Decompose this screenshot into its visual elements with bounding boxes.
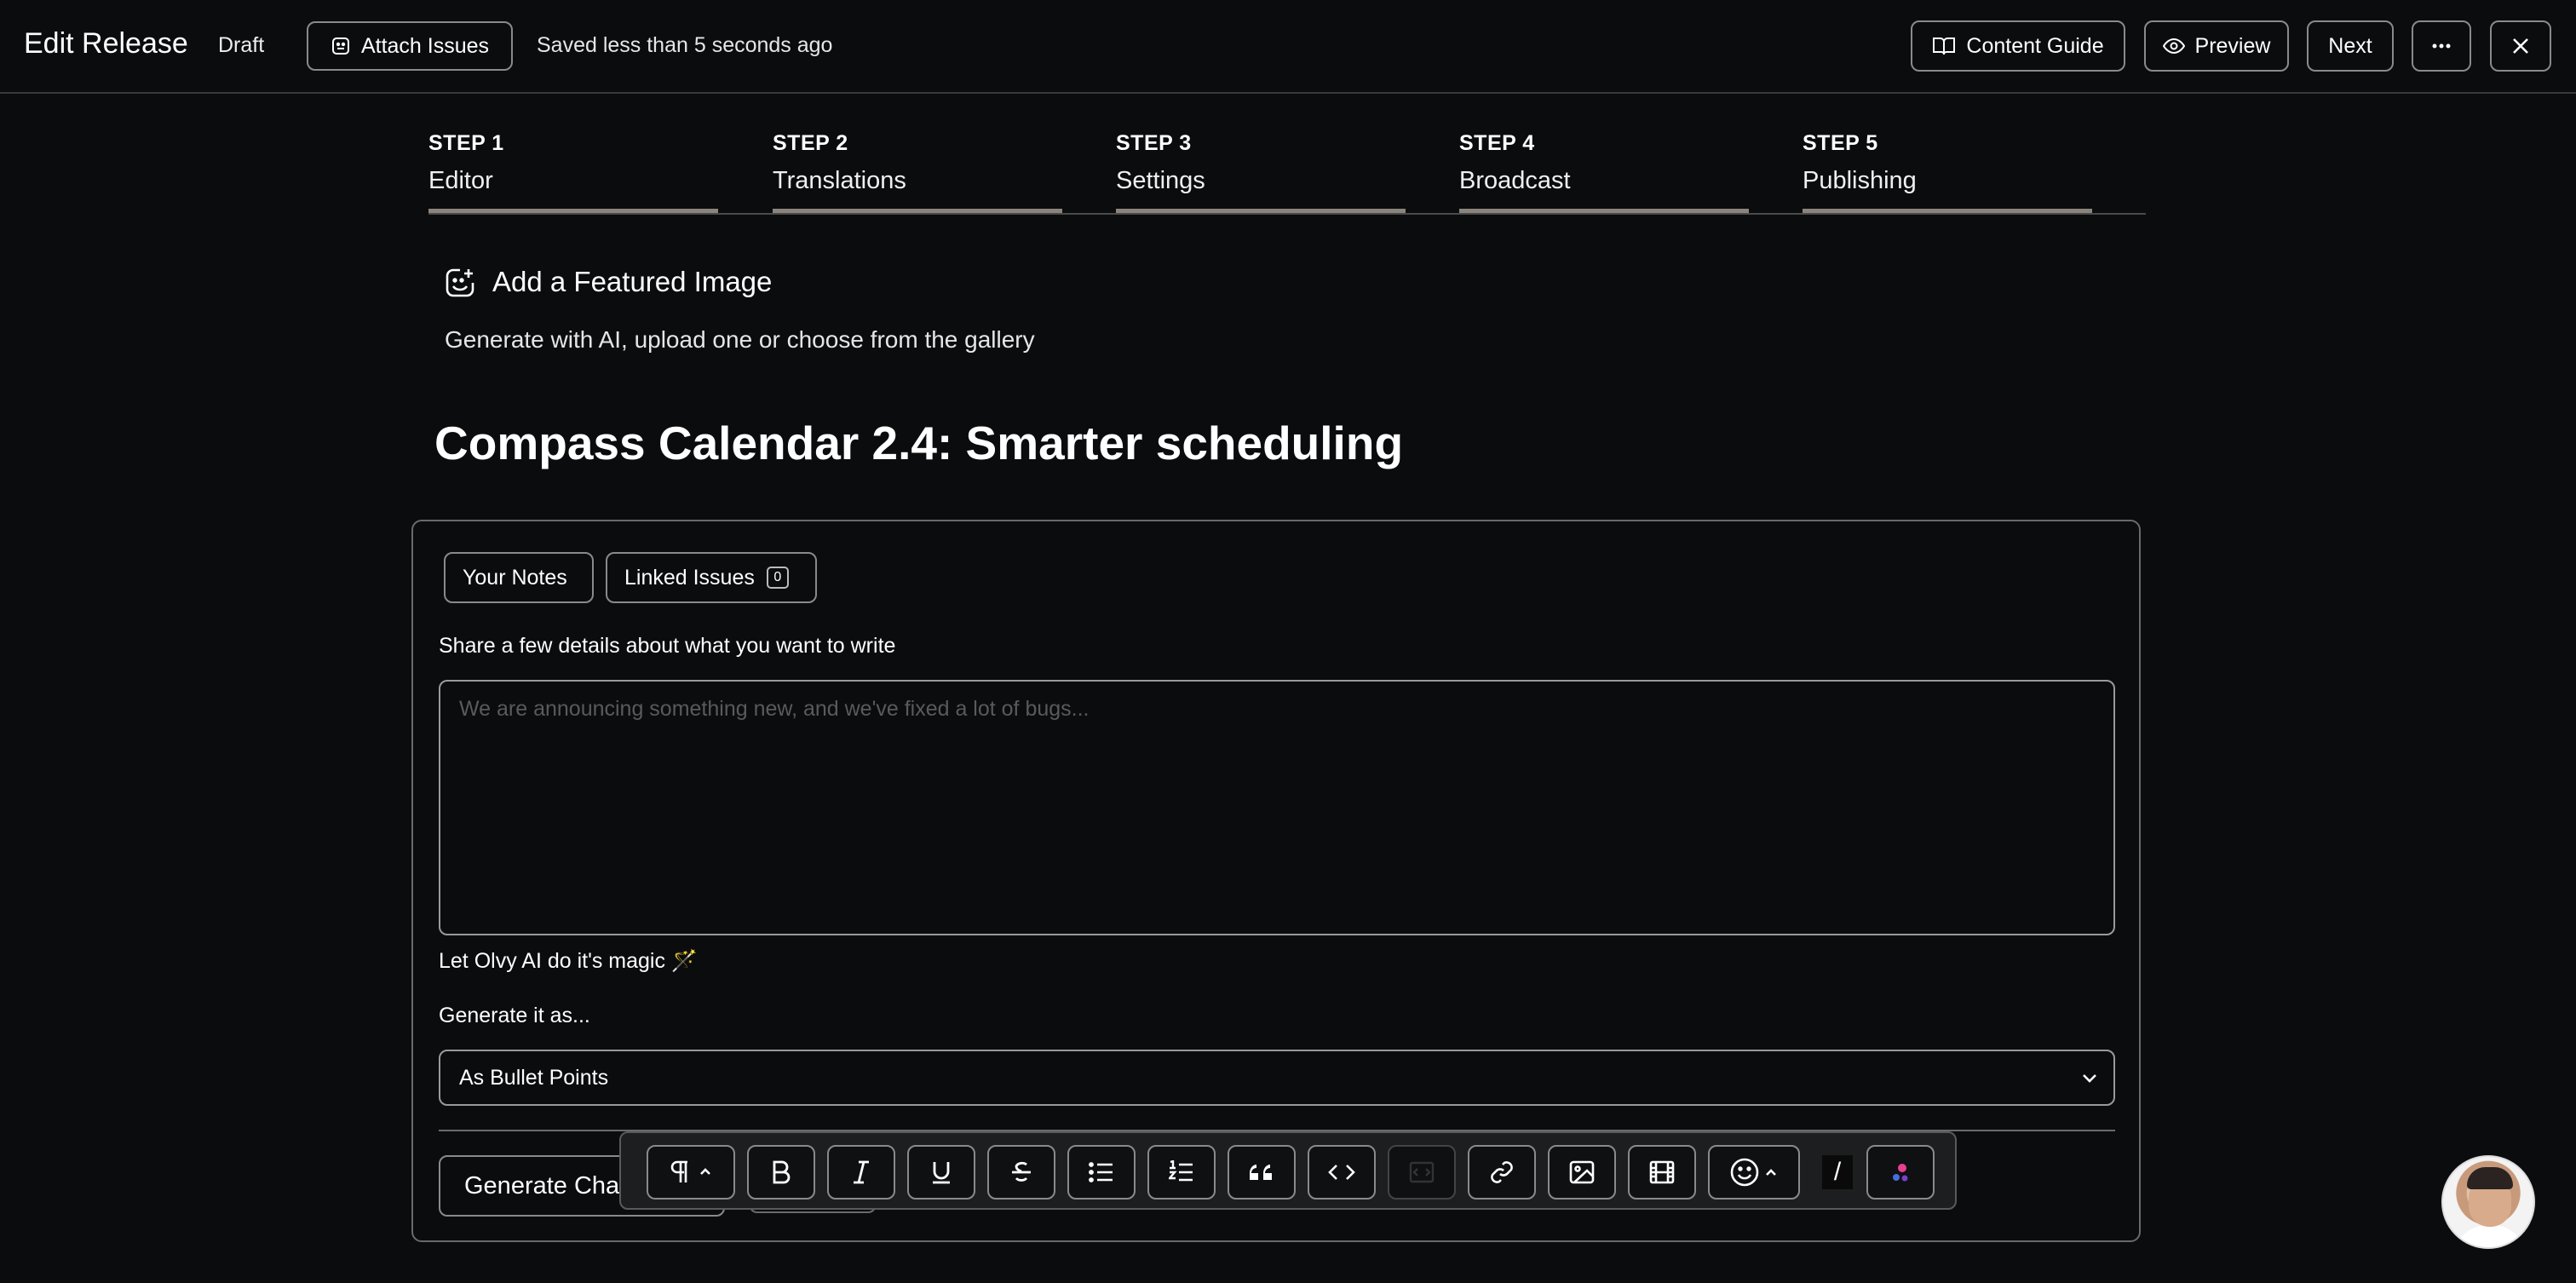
bold-button[interactable] [747,1145,815,1200]
generate-format-select[interactable]: As Bullet Points [439,1050,2115,1106]
step-number: STEP 4 [1459,131,1535,155]
stepper: STEP 1 Editor STEP 2 Translations STEP 3… [428,128,2146,215]
step-settings[interactable]: STEP 3 Settings [1116,128,1406,213]
strikethrough-button[interactable] [987,1145,1055,1200]
format-toolbar: / [619,1131,1957,1210]
numbered-list-icon [1169,1160,1193,1182]
featured-image-title: Add a Featured Image [492,266,773,297]
video-icon [1649,1160,1675,1184]
step-broadcast[interactable]: STEP 4 Broadcast [1459,128,1749,213]
tab-label: Your Notes [463,565,567,590]
quote-button[interactable] [1228,1145,1296,1200]
video-button[interactable] [1628,1145,1696,1200]
content-guide-label: Content Guide [1966,33,2104,58]
release-title[interactable]: Compass Calendar 2.4: Smarter scheduling [434,416,1403,470]
link-icon [1491,1161,1513,1183]
step-publishing[interactable]: STEP 5 Publishing [1803,128,2092,213]
prompt-label: Share a few details about what you want … [439,634,896,658]
issues-icon [331,37,349,55]
step-translations[interactable]: STEP 2 Translations [773,128,1062,213]
bold-icon [773,1160,791,1184]
tab-your-notes[interactable]: Your Notes [444,552,594,603]
magic-hint: Let Olvy AI do it's magic 🪄 [439,949,699,973]
close-icon [2513,38,2528,54]
tab-label: Linked Issues [624,565,755,590]
next-label: Next [2328,33,2372,58]
step-progress-bar [1116,209,1406,213]
preview-button[interactable]: Preview [2144,20,2289,72]
ai-assist-button[interactable] [1866,1145,1935,1200]
step-number: STEP 5 [1803,131,1878,155]
preview-label: Preview [2194,33,2271,58]
underline-icon [933,1162,950,1184]
emoji-icon [1730,1158,1776,1187]
image-icon [1569,1160,1595,1184]
ai-icon [1893,1164,1908,1182]
step-label: Editor [428,167,493,194]
step-progress-bar [773,209,1062,213]
quote-icon [1250,1165,1272,1180]
code-button[interactable] [1308,1145,1376,1200]
italic-button[interactable] [827,1145,895,1200]
more-horizontal-icon [2432,43,2451,49]
prompt-textarea[interactable] [439,680,2115,935]
step-label: Broadcast [1459,167,1571,194]
step-number: STEP 3 [1116,131,1192,155]
link-button[interactable] [1468,1145,1536,1200]
save-status: Saved less than 5 seconds ago [537,33,833,57]
strikethrough-icon [1012,1161,1031,1182]
content-guide-button[interactable]: Content Guide [1911,20,2125,72]
attach-issues-button[interactable]: Attach Issues [307,21,513,71]
select-value: As Bullet Points [459,1065,609,1090]
generate-as-label: Generate it as... [439,1004,590,1027]
linked-issues-count: 0 [766,567,789,589]
close-button[interactable] [2490,20,2551,72]
emoji-button[interactable] [1708,1145,1800,1200]
step-label: Settings [1116,167,1205,194]
avatar-shirt [2453,1225,2527,1247]
step-number: STEP 2 [773,131,848,155]
step-progress-bar [1803,209,2092,213]
bullet-list-icon [1089,1162,1113,1182]
book-open-icon [1933,37,1956,55]
italic-icon [854,1160,869,1184]
tab-linked-issues[interactable]: Linked Issues 0 [606,552,817,603]
image-button[interactable] [1548,1145,1616,1200]
chevron-down-icon [2083,1074,2096,1083]
slash-command-button[interactable]: / [1822,1155,1853,1189]
step-number: STEP 1 [428,131,504,155]
avatar-hair [2467,1167,2513,1189]
numbered-list-button[interactable] [1147,1145,1216,1200]
bullet-list-button[interactable] [1067,1145,1136,1200]
code-block-button[interactable] [1388,1145,1456,1200]
more-options-button[interactable] [2412,20,2471,72]
avatar[interactable] [2441,1155,2535,1249]
code-block-icon [1409,1161,1435,1183]
paragraph-icon [670,1160,710,1182]
underline-button[interactable] [907,1145,975,1200]
attach-issues-label: Attach Issues [360,33,490,58]
step-label: Publishing [1803,167,1917,194]
page-title: Edit Release [24,27,188,60]
image-add-icon [446,268,474,297]
step-label: Translations [773,167,906,194]
step-editor[interactable]: STEP 1 Editor [428,128,718,213]
eye-icon [2162,37,2185,55]
paragraph-style-button[interactable] [647,1145,735,1200]
next-button[interactable]: Next [2307,20,2394,72]
featured-image-subtitle: Generate with AI, upload one or choose f… [445,326,1035,353]
top-bar: Edit Release Draft Attach Issues Saved l… [0,0,2576,94]
step-progress-bar [1459,209,1749,213]
code-icon [1328,1165,1355,1180]
status-badge: Draft [218,33,265,57]
step-progress-bar [428,209,718,213]
